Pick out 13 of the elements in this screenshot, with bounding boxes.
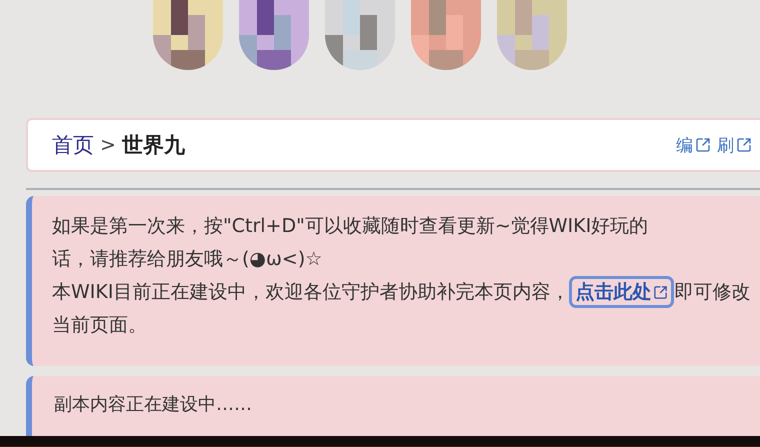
separator: >	[100, 134, 116, 156]
page-title: 世界九	[122, 132, 185, 159]
notice-text: 话，请推荐给朋友哦～(◕ω<)☆	[52, 247, 324, 272]
edit-link[interactable]: 点击此处	[569, 276, 674, 308]
external-link-icon	[736, 137, 752, 153]
section-text: 副本内容正在建设中……	[54, 394, 252, 415]
external-link-icon	[695, 137, 711, 153]
notice-text: 如果是第一次来，按"Ctrl+D"可以收藏随时查看更新~觉得WIKI好玩的	[52, 214, 650, 239]
home-link[interactable]: 首页	[52, 131, 94, 159]
external-link-icon	[653, 284, 668, 300]
action-link[interactable]: 刷	[717, 134, 752, 156]
notice-text: 本WIKI目前正在建设中，欢迎各位守护者协助补完本页内容， 点击此处 即可修改当前页面。	[52, 276, 760, 342]
action-link[interactable]: 编	[676, 134, 711, 156]
